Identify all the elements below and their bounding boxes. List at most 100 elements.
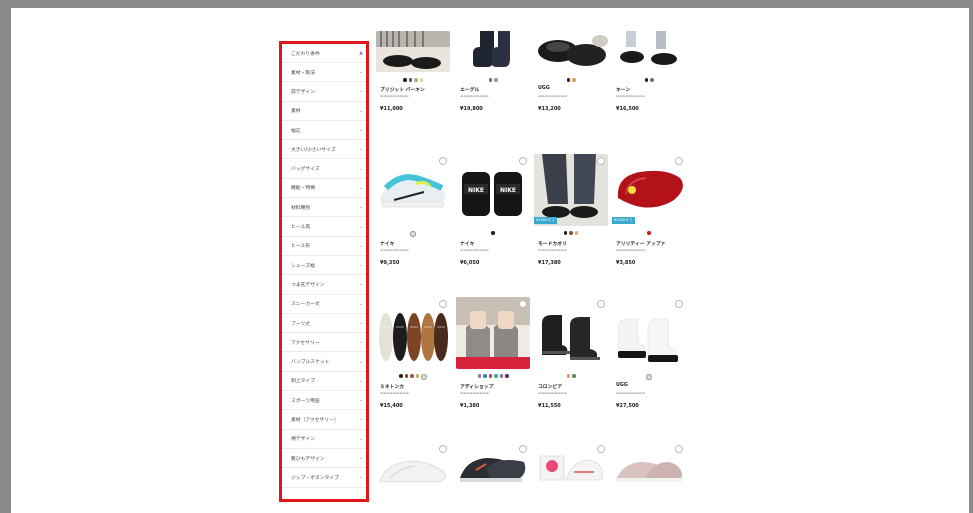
filter-item-label: ジップ・ボタンタイプ [291, 475, 339, 481]
product-image[interactable] [376, 297, 450, 369]
window-frame-left [0, 0, 11, 513]
filter-item[interactable]: 素材（アクセサリー） ⌄ [282, 410, 366, 430]
chevron-down-icon: ⌄ [358, 262, 363, 269]
color-swatch[interactable] [483, 374, 487, 378]
color-swatch[interactable] [399, 374, 403, 378]
filter-item[interactable]: 靴ひもデザイン ⌄ [282, 449, 366, 469]
filter-item[interactable]: ブーツ丈 ⌄ [282, 314, 366, 334]
filter-item[interactable]: 刺上タイプ ⌄ [282, 372, 366, 392]
filter-item[interactable]: 幅広 ⌄ [282, 121, 366, 141]
favorite-heart-icon[interactable] [675, 300, 683, 308]
color-swatch[interactable] [414, 78, 418, 82]
color-swatch[interactable] [572, 374, 576, 378]
favorite-heart-icon[interactable] [519, 157, 527, 165]
color-swatches [612, 78, 686, 82]
color-swatch[interactable] [408, 78, 412, 82]
color-swatch[interactable] [491, 231, 495, 235]
color-swatch[interactable] [419, 78, 423, 82]
chevron-down-icon: ⌄ [358, 184, 363, 191]
filter-item[interactable]: バッグサイズ ⌄ [282, 159, 366, 179]
filter-item[interactable]: 前デザイン ⌄ [282, 82, 366, 102]
filter-item[interactable]: 柄デザイン ⌄ [282, 430, 366, 449]
color-swatch[interactable] [488, 78, 492, 82]
favorite-heart-icon[interactable] [519, 445, 527, 453]
color-swatch[interactable] [650, 78, 654, 82]
color-swatch[interactable] [494, 78, 498, 82]
color-swatch[interactable] [499, 374, 503, 378]
chevron-down-icon: ⌄ [358, 474, 363, 481]
filter-item[interactable]: アクセサリー ⌄ [282, 333, 366, 353]
chevron-down-icon: ⌄ [358, 127, 363, 134]
filter-item-label: 刺上タイプ [291, 379, 315, 385]
color-swatch[interactable] [647, 231, 651, 235]
product-price: ¥11,550 [538, 403, 561, 409]
filter-item[interactable]: ヒール形 ⌄ [282, 237, 366, 256]
product-price: ¥17,380 [538, 260, 561, 266]
filter-item[interactable]: 素材・製法 ⌄ [282, 63, 366, 83]
color-swatch[interactable] [410, 374, 414, 378]
filter-item[interactable]: つま先デザイン ⌄ [282, 275, 366, 295]
favorite-heart-icon[interactable] [675, 445, 683, 453]
color-swatch[interactable] [566, 78, 570, 82]
chevron-down-icon: ⌄ [358, 165, 363, 172]
color-swatch[interactable] [421, 374, 427, 380]
color-swatch[interactable] [563, 231, 568, 235]
filter-item[interactable]: バンブルスケット ⌄ [282, 352, 366, 372]
favorite-heart-icon[interactable] [439, 157, 447, 165]
product-image[interactable] [456, 442, 530, 486]
color-swatch[interactable] [505, 374, 509, 378]
filter-item[interactable]: スポーツ用途 ⌄ [282, 391, 366, 411]
favorite-heart-icon[interactable] [597, 445, 605, 453]
filter-item-label: 前デザイン [291, 89, 315, 95]
filter-item[interactable]: ヒール高 ⌄ [282, 217, 366, 237]
color-swatch[interactable] [572, 78, 576, 82]
filter-item[interactable]: 機能・特徴 ⌄ [282, 179, 366, 199]
filter-item-label: 幅広 [291, 128, 301, 134]
product-image[interactable] [456, 297, 530, 369]
product-image[interactable]: ¥1000オフ [612, 154, 686, 226]
favorite-heart-icon[interactable] [597, 300, 605, 308]
filter-item[interactable]: シューズ幅 ⌄ [282, 256, 366, 276]
color-swatch[interactable] [644, 78, 648, 82]
favorite-heart-icon[interactable] [675, 157, 683, 165]
favorite-heart-icon[interactable] [597, 157, 605, 165]
product-image[interactable] [376, 442, 450, 486]
product-image[interactable] [534, 31, 608, 72]
filter-item[interactable]: 素材 ⌄ [282, 102, 366, 121]
product-image[interactable] [612, 297, 686, 369]
product-image[interactable] [612, 31, 686, 72]
product-image[interactable] [456, 31, 530, 72]
filter-item-label: 靴ひもデザイン [291, 456, 325, 462]
color-swatch[interactable] [494, 374, 498, 378]
chevron-down-icon: ⌄ [358, 320, 363, 326]
color-swatch[interactable] [574, 231, 579, 235]
color-swatch[interactable] [646, 374, 652, 380]
product-image[interactable] [534, 442, 608, 486]
product-image[interactable] [376, 154, 450, 226]
filter-item[interactable]: 材料種別 ⌄ [282, 198, 366, 218]
product-brand: ブリジット バーキン [380, 88, 425, 93]
color-swatch[interactable] [415, 374, 420, 378]
filter-item-label: 機能・特徴 [291, 186, 315, 192]
filter-item[interactable]: スニーカー丈 ⌄ [282, 295, 366, 314]
filter-item[interactable]: ジップ・ボタンタイプ ⌄ [282, 468, 366, 488]
color-swatch[interactable] [403, 78, 407, 82]
color-swatch[interactable] [410, 231, 416, 237]
filter-header[interactable]: こだわり条件 ▲ [282, 44, 366, 63]
product-image[interactable]: NIKE NIKE [456, 154, 530, 226]
favorite-heart-icon[interactable] [439, 300, 447, 308]
color-swatch[interactable] [569, 231, 573, 235]
favorite-heart-icon[interactable] [519, 300, 527, 308]
color-swatch[interactable] [566, 374, 570, 378]
product-description: ▬▬▬▬▬▬▬▬▬ [538, 391, 567, 395]
color-swatch[interactable] [404, 374, 409, 378]
product-image[interactable]: ¥1000オフ [534, 154, 608, 226]
favorite-heart-icon[interactable] [439, 445, 447, 453]
product-image[interactable] [612, 442, 686, 486]
chevron-down-icon: ⌄ [358, 223, 363, 230]
color-swatch[interactable] [477, 374, 481, 378]
filter-item[interactable]: 大きい/小さいサイズ ⌄ [282, 140, 366, 160]
color-swatch[interactable] [488, 374, 492, 378]
product-image[interactable] [376, 31, 450, 72]
product-image[interactable] [534, 297, 608, 369]
